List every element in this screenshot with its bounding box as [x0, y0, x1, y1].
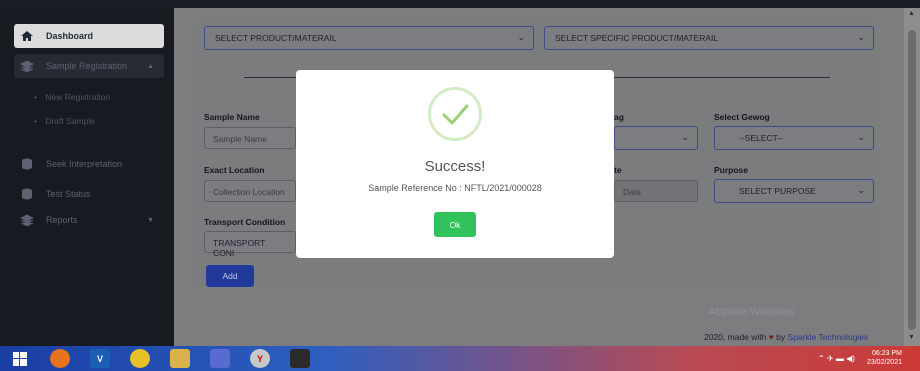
sidebar-item-dashboard[interactable]: Dashboard — [14, 24, 164, 48]
footer-by: by — [776, 332, 786, 342]
date-label: te — [614, 165, 622, 175]
sidebar-item-label: Dashboard — [46, 31, 94, 41]
sidebar-item-label: Test Status — [46, 189, 91, 199]
dialog-message: Sample Reference No : NFTL/2021/000028 — [368, 183, 542, 193]
chevron-up-icon: ▲ — [147, 62, 154, 70]
transport-select[interactable]: TRANSPORT CONI — [204, 231, 296, 258]
footer-text: 2020, made with — [704, 332, 767, 342]
layers-icon — [20, 214, 34, 227]
product-select[interactable]: SELECT PRODUCT/MATERAIL ⌄ — [204, 26, 534, 50]
purpose-select-value: SELECT PURPOSE — [739, 186, 816, 196]
gewog-select-value: --SELECT-- — [739, 133, 783, 143]
sidebar-item-reports[interactable]: Reports ▼ — [14, 208, 164, 232]
add-button-label: Add — [222, 271, 238, 281]
chevron-down-icon: ▼ — [147, 216, 154, 224]
vscode-icon[interactable]: V — [90, 349, 110, 368]
sidebar-item-label: Seek Interpretation — [46, 159, 123, 169]
sidebar-subitem-label: Draft Sample — [45, 116, 95, 126]
scrollbar-thumb[interactable] — [908, 30, 916, 330]
gewog-select[interactable]: --SELECT-- ⌄ — [714, 126, 874, 150]
footer-company-link[interactable]: Sparkle Technologies — [788, 332, 869, 342]
add-button[interactable]: Add — [206, 265, 254, 287]
success-dialog: Success! Sample Reference No : NFTL/2021… — [296, 70, 614, 258]
layers-icon — [20, 60, 34, 73]
file-explorer-icon[interactable] — [170, 349, 190, 368]
database-icon — [20, 188, 34, 200]
dzongkhag-label: ag — [614, 112, 624, 122]
exact-location-label: Exact Location — [204, 165, 265, 175]
firefox-icon[interactable] — [50, 349, 70, 368]
app-window: Dashboard Sample Registration ▲ New Regi… — [0, 0, 920, 346]
system-tray-icons[interactable]: ⌃ ✈ ▬ ◀) — [818, 354, 855, 363]
chevron-down-icon: ⌄ — [517, 32, 525, 42]
clock-time: 06:23 PM — [872, 350, 902, 357]
location-placeholder: Collection Location — [213, 187, 285, 197]
database-icon — [20, 158, 34, 170]
specific-product-select-value: SELECT SPECIFIC PRODUCT/MATERAIL — [555, 33, 719, 43]
sample-name-label: Sample Name — [204, 112, 260, 122]
purpose-select[interactable]: SELECT PURPOSE ⌄ — [714, 179, 874, 203]
location-input[interactable]: Collection Location — [204, 180, 296, 202]
chevron-down-icon: ⌄ — [681, 132, 689, 142]
sidebar-subitem-new-registration[interactable]: New Registration — [34, 92, 110, 102]
sidebar-item-seek-interpretation[interactable]: Seek Interpretation — [14, 152, 164, 176]
gewog-label: Select Gewog — [714, 112, 770, 122]
transport-label: Transport Condition — [204, 217, 286, 227]
product-select-value: SELECT PRODUCT/MATERAIL — [215, 33, 337, 43]
top-bar — [0, 0, 920, 8]
dialog-title: Success! — [424, 158, 486, 175]
chevron-down-icon: ⌄ — [857, 185, 865, 195]
taskbar-clock[interactable]: 06:23 PM 23/02/2021 — [867, 349, 902, 367]
dzongkhag-select[interactable]: ⌄ — [614, 126, 698, 150]
chevron-down-icon: ⌄ — [857, 32, 865, 42]
chevron-down-icon: ⌄ — [857, 132, 865, 142]
app-icon[interactable] — [210, 349, 230, 368]
windows-start-icon[interactable] — [10, 349, 30, 368]
scroll-down-icon[interactable]: ▼ — [908, 334, 915, 341]
sidebar-item-label: Sample Registration — [46, 61, 128, 71]
date-placeholder: Date — [623, 187, 641, 197]
sample-name-placeholder: Sample Name — [213, 134, 267, 144]
sidebar-subitem-label: New Registration — [45, 92, 111, 102]
step-divider — [614, 77, 830, 78]
sidebar-subitem-draft-sample[interactable]: Draft Sample — [34, 116, 95, 126]
specific-product-select[interactable]: SELECT SPECIFIC PRODUCT/MATERAIL ⌄ — [544, 26, 874, 50]
clock-date: 23/02/2021 — [866, 359, 902, 366]
purpose-label: Purpose — [714, 165, 749, 175]
sample-name-input[interactable]: Sample Name — [204, 127, 296, 149]
step-divider — [244, 77, 296, 78]
ok-button[interactable]: Ok — [434, 212, 476, 237]
scrollbar[interactable]: ▲ ▼ — [904, 8, 920, 346]
sidebar: Dashboard Sample Registration ▲ New Regi… — [0, 8, 174, 346]
ok-button-label: Ok — [449, 219, 461, 230]
success-check-icon — [428, 87, 482, 141]
scroll-up-icon[interactable]: ▲ — [908, 10, 915, 17]
sidebar-item-test-status[interactable]: Test Status — [14, 182, 164, 206]
yandex-icon[interactable]: Y — [250, 349, 270, 368]
game-icon[interactable] — [290, 349, 310, 368]
footer: 2020, made with ♥ by Sparkle Technologie… — [704, 332, 868, 342]
sidebar-item-sample-registration[interactable]: Sample Registration ▲ — [14, 54, 164, 78]
taskbar: V Y ⌃ ✈ ▬ ◀) 06:23 PM 23/02/2021 — [0, 346, 920, 371]
chrome-icon[interactable] — [130, 349, 150, 368]
sidebar-item-label: Reports — [46, 215, 78, 225]
heart-icon: ♥ — [768, 332, 774, 342]
date-input[interactable]: Date — [614, 180, 698, 202]
activate-windows-watermark: Activate Windows — [708, 306, 795, 318]
home-icon — [20, 30, 34, 42]
